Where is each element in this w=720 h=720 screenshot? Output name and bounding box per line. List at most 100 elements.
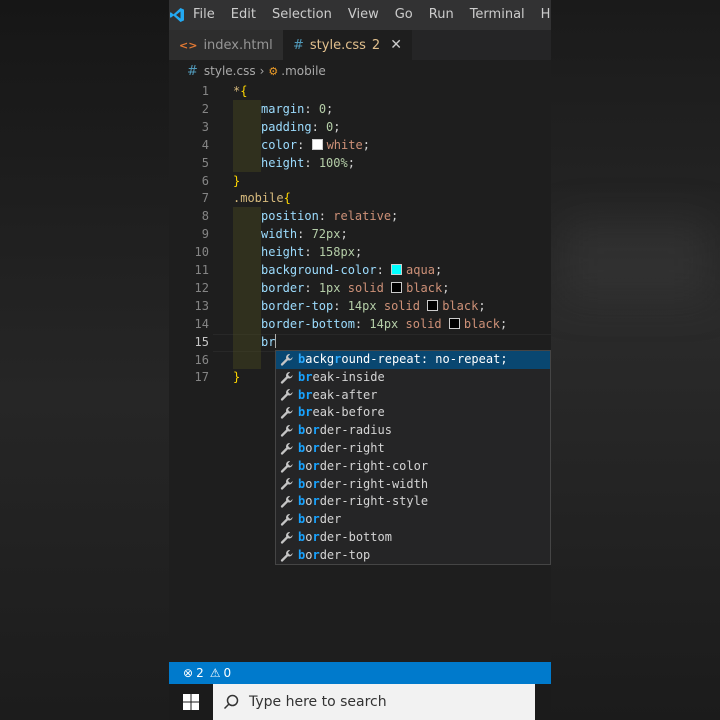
code-line: 7 .mobile{ xyxy=(169,189,551,207)
status-bar: ⊗ 2 ⚠ 0 xyxy=(169,662,551,684)
line-number: 3 xyxy=(201,119,209,134)
code-text: border: 1px solid black; xyxy=(261,280,450,295)
menu-terminal[interactable]: Terminal xyxy=(462,0,533,30)
line-number: 4 xyxy=(201,137,209,152)
error-count[interactable]: 2 xyxy=(196,666,204,680)
suggestion-item[interactable]: border-right xyxy=(276,440,550,458)
code-line: 5 height: 100%; xyxy=(169,153,551,172)
suggestion-item[interactable]: background-repeat: no-repeat; xyxy=(276,351,550,369)
line-number: 17 xyxy=(194,370,209,385)
html-file-icon: <> xyxy=(179,38,198,52)
indent-guide xyxy=(233,207,261,226)
autocomplete-widget: background-repeat: no-repeat; break-insid… xyxy=(275,350,551,565)
code-text: background-color: aqua; xyxy=(261,263,443,277)
breadcrumb-symbol[interactable]: .mobile xyxy=(281,64,326,78)
suggestion-item[interactable]: break-before xyxy=(276,404,550,422)
code-line: 2 margin: 0; xyxy=(169,99,551,118)
line-number: 10 xyxy=(194,245,209,260)
error-icon: ⊗ xyxy=(183,666,194,680)
line-number: 16 xyxy=(194,352,209,367)
chevron-right-icon: › xyxy=(259,64,265,78)
suggestion-item[interactable]: border-right-style xyxy=(276,493,550,511)
taskbar-search[interactable]: Type here to search xyxy=(213,684,535,720)
code-line: 13 border-top: 14px solid black; xyxy=(169,296,551,315)
menu-run[interactable]: Run xyxy=(421,0,462,30)
suggestion-item[interactable]: break-inside xyxy=(276,369,550,387)
code-text: } xyxy=(233,370,241,385)
suggestion-label: border-right-color xyxy=(298,458,429,473)
code-line: 10 height: 158px; xyxy=(169,243,551,262)
suggestion-item[interactable]: border-radius xyxy=(276,422,550,440)
tab-index-html[interactable]: <> index.html xyxy=(169,30,283,60)
suggestion-label: break-after xyxy=(298,387,378,402)
suggestion-label: border xyxy=(298,512,342,527)
symbol-class-icon: ⚙ xyxy=(268,64,279,78)
suggestion-item[interactable]: border-right-color xyxy=(276,458,550,476)
line-number: 5 xyxy=(201,155,209,170)
suggestion-label: border-bottom xyxy=(298,529,392,544)
wrench-icon xyxy=(280,513,296,527)
color-swatch[interactable] xyxy=(391,281,403,293)
indent-guide xyxy=(233,135,261,154)
code-line: 14 border-bottom: 14px solid black; xyxy=(169,314,551,333)
menu-file[interactable]: File xyxy=(185,0,223,30)
indent-guide xyxy=(233,117,261,136)
line-number: 8 xyxy=(201,209,209,224)
menu-view[interactable]: View xyxy=(340,0,387,30)
background-right xyxy=(551,0,720,720)
suggestion-item[interactable]: break-after xyxy=(276,387,550,405)
suggestion-item[interactable]: border-right-width xyxy=(276,476,550,494)
code-text: *{ xyxy=(233,84,248,98)
warning-count[interactable]: 0 xyxy=(223,666,231,680)
indent-guide xyxy=(233,296,261,315)
title-bar: File Edit Selection View Go Run Terminal… xyxy=(169,0,551,30)
line-number: 2 xyxy=(201,101,209,116)
suggestion-label: border-right-width xyxy=(298,476,429,491)
menu-selection[interactable]: Selection xyxy=(264,0,340,30)
code-line: 15 br xyxy=(169,332,551,352)
breadcrumb-file[interactable]: style.css xyxy=(204,64,256,78)
close-icon[interactable]: ✕ xyxy=(390,37,402,53)
code-line: 8 position: relative; xyxy=(169,207,551,226)
color-swatch[interactable] xyxy=(427,299,439,311)
menu-go[interactable]: Go xyxy=(387,0,421,30)
windows-start-icon[interactable] xyxy=(169,684,213,720)
indent-guide xyxy=(233,350,261,369)
indent-guide xyxy=(233,153,261,172)
tab-style-css[interactable]: # style.css 2 ✕ xyxy=(283,30,412,60)
suggestion-label: border-right-style xyxy=(298,494,429,509)
code-text: .mobile{ xyxy=(233,191,291,206)
code-line: 11 background-color: aqua; xyxy=(169,261,551,279)
problem-count-badge: 2 xyxy=(371,37,381,53)
wrench-icon xyxy=(280,549,296,563)
wrench-icon xyxy=(280,388,296,402)
suggestion-label: border-right xyxy=(298,440,385,455)
wrench-icon xyxy=(280,442,296,456)
wrench-icon xyxy=(280,353,296,367)
suggestion-item[interactable]: border-bottom xyxy=(276,529,550,547)
code-line: 9 width: 72px; xyxy=(169,225,551,244)
suggestion-item[interactable]: border-top xyxy=(276,547,550,565)
indent-guide xyxy=(233,314,261,333)
code-text: border-bottom: 14px solid black; xyxy=(261,316,508,331)
tab-label: style.css xyxy=(309,37,366,53)
wrench-icon xyxy=(280,371,296,385)
color-swatch[interactable] xyxy=(311,138,323,150)
indent-guide xyxy=(233,99,261,118)
color-swatch[interactable] xyxy=(448,317,460,329)
menu-help[interactable]: Help xyxy=(533,0,551,30)
code-text: } xyxy=(233,173,241,188)
color-swatch[interactable] xyxy=(391,264,403,275)
code-text: height: 158px; xyxy=(261,245,363,260)
wrench-icon xyxy=(280,531,296,545)
css-file-icon: # xyxy=(293,37,304,53)
wrench-icon xyxy=(280,477,296,491)
breadcrumb: # style.css › ⚙ .mobile xyxy=(169,60,551,82)
suggestion-item[interactable]: border xyxy=(276,511,550,529)
menu-edit[interactable]: Edit xyxy=(223,0,264,30)
suggestion-label: border-radius xyxy=(298,423,392,438)
line-number: 9 xyxy=(201,227,209,242)
wrench-icon xyxy=(280,495,296,509)
line-number: 1 xyxy=(201,84,209,98)
text-cursor xyxy=(275,333,277,348)
